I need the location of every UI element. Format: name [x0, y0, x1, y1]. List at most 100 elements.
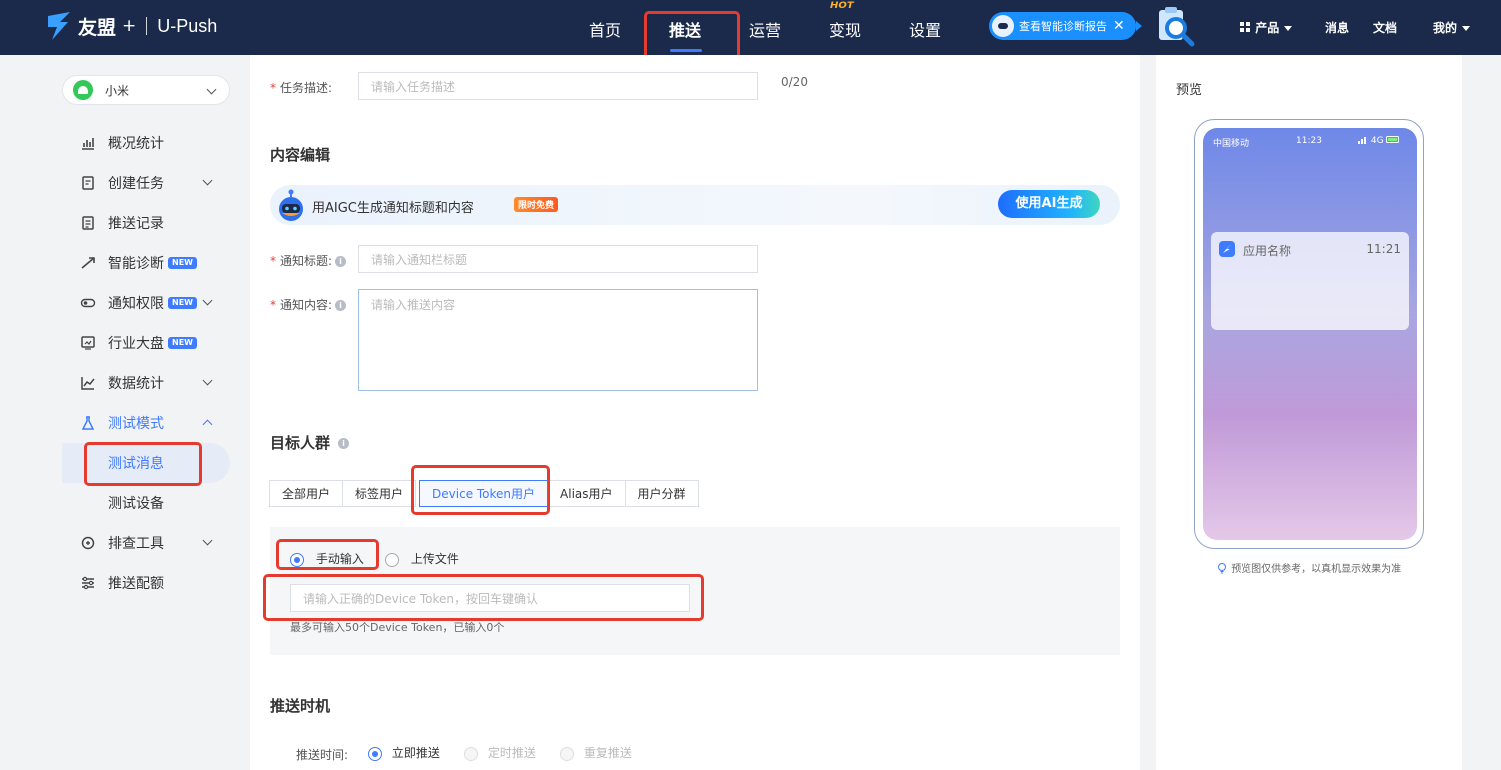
- push-now-radio[interactable]: 立即推送: [368, 744, 440, 761]
- grid-icon: [1240, 22, 1250, 32]
- task-desc-label: * 任务描述:: [270, 81, 333, 95]
- sidebar-item-data-stats[interactable]: 数据统计: [62, 363, 230, 403]
- sidebar-item-label: 数据统计: [108, 376, 164, 392]
- nav-operations[interactable]: 运营: [749, 17, 781, 41]
- umeng-logo-icon: [48, 12, 70, 40]
- preview-panel: 预览 中国移动 11:23 4G 应用名称 11:21 预览图仅供参考，以真机显…: [1156, 55, 1462, 770]
- caret-down-icon: [1284, 26, 1293, 31]
- sidebar-item-industry-dashboard[interactable]: 行业大盘 NEW: [62, 323, 230, 363]
- notif-title-input[interactable]: 请输入通知栏标题: [358, 245, 758, 273]
- sidebar-item-overview[interactable]: 概况统计: [62, 123, 230, 163]
- flask-icon: [81, 416, 95, 430]
- chevron-down-icon: [206, 84, 217, 95]
- notif-content-textarea[interactable]: 请输入推送内容: [358, 289, 758, 391]
- messages-link[interactable]: 消息: [1325, 19, 1349, 36]
- umeng-logo[interactable]: 友盟 + U-Push: [46, 12, 217, 40]
- toggle-icon: [80, 298, 96, 308]
- app-icon: [1219, 241, 1235, 257]
- sidebar-item-diagnosis[interactable]: 智能诊断 NEW: [62, 243, 230, 283]
- tab-tag-users[interactable]: 标签用户: [342, 480, 417, 507]
- task-icon: [82, 176, 94, 190]
- products-label: 产品: [1255, 21, 1280, 35]
- sidebar-item-label: 通知权限: [108, 296, 164, 312]
- sidebar-item-troubleshoot[interactable]: 排查工具: [62, 523, 230, 563]
- aigc-banner: 用AIGC生成通知标题和内容 限时免费 使用AI生成: [270, 185, 1120, 225]
- hot-badge: HOT: [830, 0, 854, 11]
- info-icon[interactable]: i: [338, 438, 350, 449]
- radio-disabled-icon: [464, 746, 478, 761]
- nav-monetize[interactable]: 变现: [829, 17, 861, 41]
- platform-selector[interactable]: 小米: [62, 75, 230, 105]
- chevron-up-icon: [202, 419, 213, 430]
- platform-name: 小米: [105, 83, 130, 98]
- tool-icon: [81, 536, 95, 550]
- annotation-highlight-manual-input: [276, 539, 379, 570]
- sidebar-item-push-records[interactable]: 推送记录: [62, 203, 230, 243]
- tab-all-users[interactable]: 全部用户: [269, 480, 344, 507]
- radio-disabled-icon: [560, 746, 574, 761]
- sidebar-item-test-device[interactable]: 测试设备: [62, 483, 230, 523]
- task-desc-counter: 0/20: [781, 75, 808, 89]
- sidebar-item-label: 测试设备: [108, 496, 164, 512]
- task-desc-input[interactable]: 请输入任务描述: [358, 72, 758, 100]
- chevron-down-icon: [202, 535, 213, 546]
- sidebar-item-label: 测试模式: [108, 416, 164, 432]
- sidebar-item-label: 推送记录: [108, 216, 164, 232]
- sidebar: 小米 概况统计 创建任务 推送记录 智能诊断 NEW 通知权限 NEW 行业大盘…: [0, 55, 250, 770]
- chevron-down-icon: [202, 295, 213, 306]
- chart-icon: [82, 138, 94, 150]
- annotation-highlight-test-message: [84, 442, 202, 486]
- brand-divider: [146, 17, 148, 35]
- new-badge: NEW: [168, 337, 197, 349]
- tab-device-token-users[interactable]: Device Token用户: [419, 480, 549, 507]
- new-badge: NEW: [168, 297, 197, 309]
- ai-robot-icon: [279, 189, 303, 221]
- annotation-highlight-token-input: [263, 574, 704, 621]
- report-magnifier-icon[interactable]: [1155, 6, 1195, 48]
- quota-icon: [82, 576, 94, 590]
- radio-unselected-icon: [385, 552, 399, 567]
- products-menu[interactable]: 产品: [1240, 19, 1293, 36]
- push-time-label: 推送时间:: [296, 748, 349, 762]
- push-scheduled-radio[interactable]: 定时推送: [464, 744, 536, 761]
- device-token-hint: 最多可输入50个Device Token，已输入0个: [290, 621, 505, 634]
- ai-generate-button[interactable]: 使用AI生成: [998, 190, 1100, 218]
- sidebar-item-push-quota[interactable]: 推送配额: [62, 563, 230, 603]
- bulb-icon: [1218, 563, 1226, 574]
- docs-link[interactable]: 文档: [1373, 19, 1397, 36]
- new-badge: NEW: [168, 257, 197, 269]
- caret-down-icon: [1462, 26, 1471, 31]
- tab-alias-users[interactable]: Alias用户: [548, 480, 626, 507]
- nav-settings[interactable]: 设置: [909, 17, 941, 41]
- content-edit-title: 内容编辑: [270, 146, 331, 164]
- info-icon[interactable]: i: [335, 300, 347, 311]
- sidebar-item-label: 智能诊断: [108, 256, 164, 272]
- nav-home[interactable]: 首页: [589, 17, 621, 41]
- preview-note: 预览图仅供参考，以真机显示效果为准: [1216, 560, 1401, 575]
- sidebar-item-notification-permission[interactable]: 通知权限 NEW: [62, 283, 230, 323]
- diagnosis-report-pill[interactable]: 查看智能诊断报告 ✕: [989, 12, 1142, 40]
- info-icon[interactable]: i: [335, 256, 347, 267]
- product-name: U-Push: [157, 15, 218, 36]
- sidebar-item-test-mode[interactable]: 测试模式: [62, 403, 230, 443]
- notification-card: 应用名称 11:21: [1211, 232, 1409, 330]
- account-menu[interactable]: 我的: [1433, 19, 1471, 36]
- notif-app-name: 应用名称: [1243, 244, 1292, 258]
- sidebar-item-label: 概况统计: [108, 136, 164, 152]
- sidebar-item-create-task[interactable]: 创建任务: [62, 163, 230, 203]
- chevron-down-icon: [202, 375, 213, 386]
- close-icon[interactable]: ✕: [1113, 18, 1125, 34]
- record-icon: [82, 216, 94, 230]
- diagnosis-report-label: 查看智能诊断报告: [1019, 20, 1107, 33]
- phone-mockup: 中国移动 11:23 4G 应用名称 11:21: [1194, 119, 1424, 549]
- sidebar-item-label: 创建任务: [108, 176, 164, 192]
- preview-title: 预览: [1176, 83, 1203, 98]
- tab-user-segments[interactable]: 用户分群: [624, 480, 699, 507]
- limited-free-badge: 限时免费: [514, 197, 559, 212]
- main-content: * 任务描述: 请输入任务描述 0/20 内容编辑 用AIGC生成通知标题和内容 …: [250, 55, 1140, 770]
- notif-title-label: * 通知标题: i: [270, 252, 347, 269]
- push-timing-title: 推送时机: [270, 697, 331, 715]
- upload-file-radio[interactable]: 上传文件: [385, 550, 459, 567]
- radio-selected-icon: [368, 746, 382, 761]
- push-repeat-radio[interactable]: 重复推送: [560, 744, 632, 761]
